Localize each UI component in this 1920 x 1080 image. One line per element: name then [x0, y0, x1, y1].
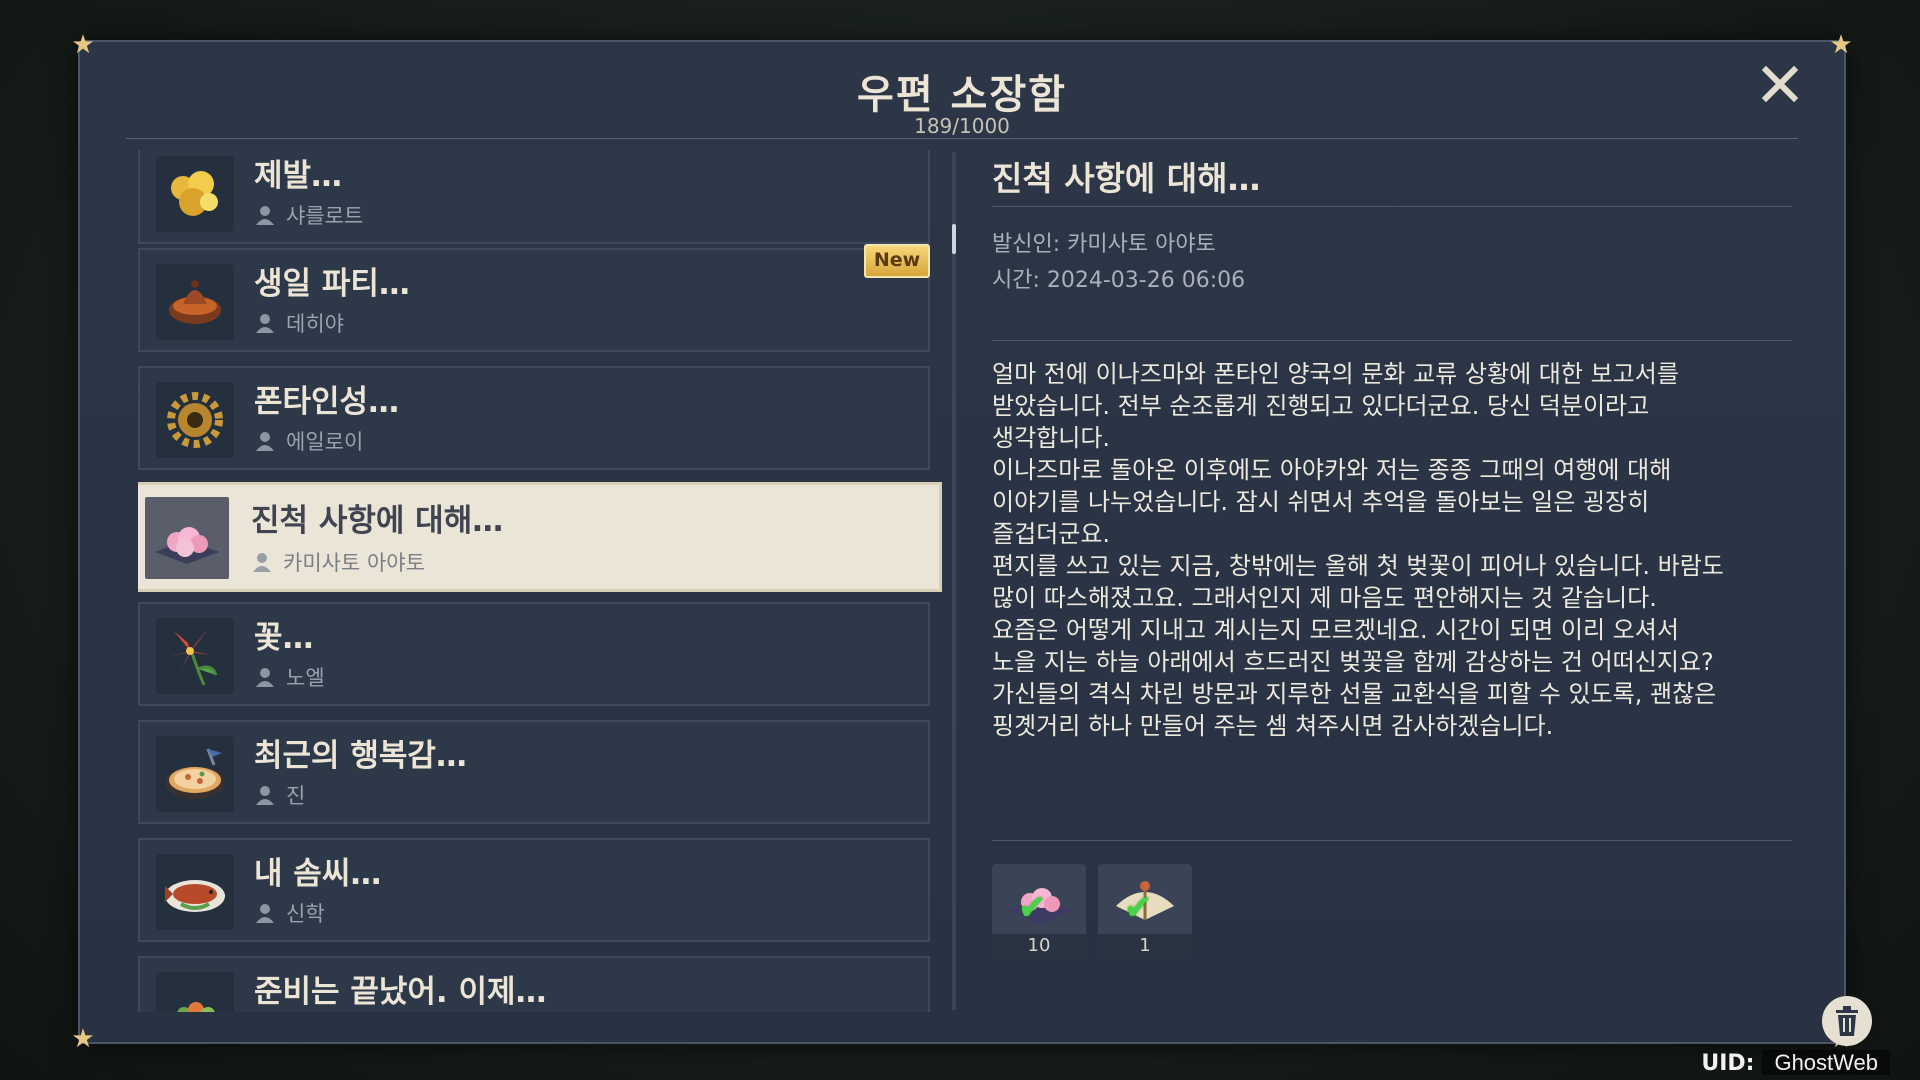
detail-sender: 발신인: 카미사토 아야토 [992, 232, 1216, 257]
mail-subject: 생일 파티… [254, 266, 410, 302]
mail-subject: 폰타인성… [254, 384, 400, 420]
pizza-icon [156, 736, 234, 812]
scroll-thumb[interactable] [952, 224, 956, 254]
corner-ornament-icon: ★ [71, 30, 95, 60]
claimed-check-icon: ✔ [1018, 888, 1047, 928]
header-divider [126, 138, 1798, 139]
sender-name: 진 [286, 784, 306, 808]
corner-ornament-icon: ★ [71, 1024, 95, 1054]
mail-item[interactable]: 준비는 끝났어. 이제… [138, 956, 930, 1012]
delete-button[interactable] [1822, 996, 1872, 1046]
detail-divider [992, 206, 1792, 207]
uid-value: GhostWeb [1762, 1050, 1890, 1075]
mail-subject: 꽃… [254, 620, 314, 656]
attachment-qty: 10 [992, 934, 1086, 958]
mail-sender: 노엘 [256, 662, 325, 692]
person-icon [256, 668, 274, 687]
mail-inbox-panel: ★ ★ ★ ★ 우편 소장함 189/1000 New 제발… 샤를로트 New [71, 30, 1872, 1054]
detail-divider [992, 340, 1792, 341]
mail-subject: 진척 사항에 대해… [251, 503, 504, 539]
mail-item[interactable]: 꽃… 노엘 [138, 602, 930, 706]
person-icon [256, 314, 274, 333]
person-icon [256, 786, 274, 805]
uid-display: UID: GhostWeb [1701, 1050, 1890, 1076]
sender-name: 노엘 [286, 666, 325, 690]
close-button[interactable] [1756, 64, 1804, 112]
mail-sender: 신학 [256, 898, 325, 928]
sender-name: 신학 [286, 902, 325, 926]
detail-time: 시간: 2024-03-26 06:06 [992, 268, 1246, 293]
person-icon [256, 206, 274, 225]
mail-body: 얼마 전에 이나즈마와 폰타인 양국의 문화 교류 상황에 대한 보고서를 받았… [992, 360, 1724, 740]
attachment-divider [992, 840, 1792, 841]
fish-dish-icon [156, 854, 234, 930]
salad-icon [156, 972, 234, 1012]
mail-item[interactable]: New 생일 파티… 데히야 [138, 244, 930, 352]
attachment-item[interactable]: ✔ 10 [992, 864, 1086, 958]
mail-item[interactable]: 최근의 행복감… 진 [138, 720, 930, 824]
detail-title: 진척 사항에 대해… [992, 159, 1261, 198]
mail-sender: 진 [256, 780, 305, 810]
person-icon [253, 553, 271, 572]
mail-item[interactable]: New 제발… 샤를로트 [138, 150, 930, 244]
sender-name: 에일로이 [286, 430, 364, 454]
mail-sender: 샤를로트 [256, 200, 363, 230]
corner-ornament-icon: ★ [1829, 30, 1853, 60]
mail-sender: 카미사토 아야토 [253, 547, 425, 577]
mail-list[interactable]: New 제발… 샤를로트 New 생일 파티… 데히야 [138, 150, 950, 1012]
mail-subject: 준비는 끝났어. 이제… [254, 974, 547, 1010]
mail-item[interactable]: 폰타인성… 에일로이 [138, 366, 930, 470]
person-icon [256, 432, 274, 451]
mail-sender: 데히야 [256, 308, 344, 338]
mail-subject: 최근의 행복감… [254, 738, 467, 774]
mail-subject: 내 솜씨… [254, 856, 382, 892]
trash-icon [1836, 1006, 1858, 1036]
close-icon [1761, 65, 1799, 103]
mail-sender: 에일로이 [256, 426, 363, 456]
gold-nugget-icon [156, 156, 234, 232]
sakura-tray-icon [145, 497, 229, 579]
sender-name: 데히야 [286, 312, 344, 336]
attachment-qty: 1 [1098, 934, 1192, 958]
mail-count: 189/1000 [914, 114, 1010, 138]
sender-name: 샤를로트 [286, 204, 364, 228]
attachment-item[interactable]: ✔ 1 [1098, 864, 1192, 958]
sender-name: 카미사토 아야토 [283, 551, 425, 575]
flower-icon [156, 618, 234, 694]
mail-item-selected[interactable]: ▶ 진척 사항에 대해… 카미사토 아야토 [138, 482, 942, 592]
claimed-check-icon: ✔ [1124, 888, 1153, 928]
uid-label: UID: [1701, 1051, 1755, 1076]
stew-pot-icon [156, 264, 234, 340]
mail-list-scrollbar[interactable] [952, 152, 956, 1010]
new-badge: New [864, 244, 930, 278]
mail-item[interactable]: 내 솜씨… 신학 [138, 838, 930, 942]
gear-icon [156, 382, 234, 458]
mail-subject: 제발… [254, 158, 343, 194]
person-icon [256, 904, 274, 923]
page-title: 우편 소장함 [857, 72, 1067, 118]
mail-detail: 진척 사항에 대해… 발신인: 카미사토 아야토 시간: 2024-03-26 … [992, 152, 1792, 1012]
